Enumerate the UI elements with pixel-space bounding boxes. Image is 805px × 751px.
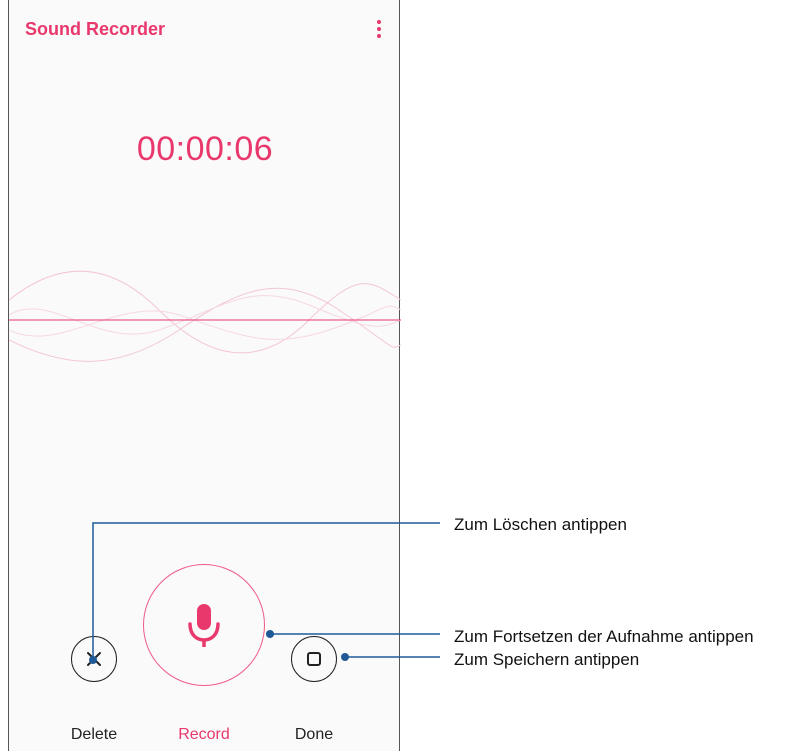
- callout-record: Zum Fortsetzen der Aufnahme antippen: [454, 627, 754, 646]
- callout-done: Zum Speichern antippen: [454, 650, 640, 669]
- callout-delete: Zum Löschen antippen: [454, 515, 627, 534]
